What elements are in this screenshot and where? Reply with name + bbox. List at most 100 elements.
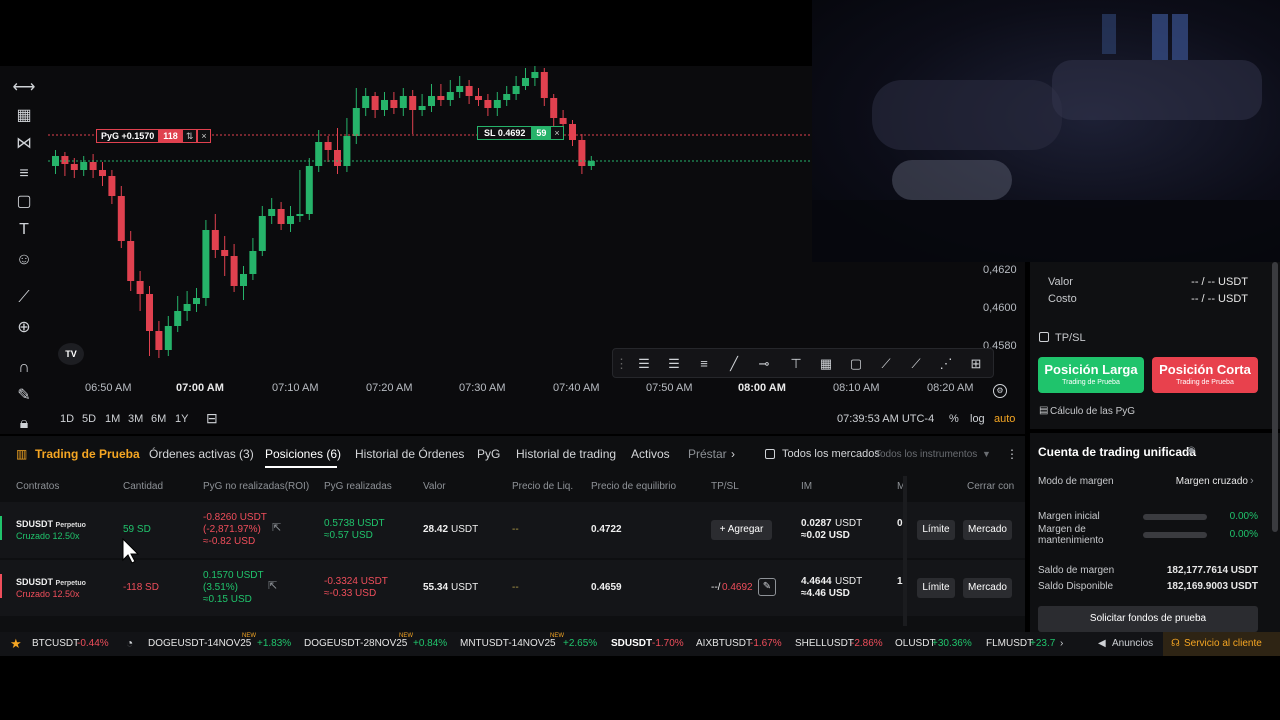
scrollbar[interactable] [1272, 262, 1278, 532]
trendline-icon[interactable]: ╱ [723, 354, 745, 374]
range-1m[interactable]: 1M [105, 413, 120, 425]
tab-trade-history[interactable]: Historial de trading [516, 447, 616, 461]
ruler-icon[interactable]: ⟋ [8, 286, 40, 310]
chevron-down-icon[interactable]: ▼ [982, 449, 991, 459]
log-toggle[interactable]: log [970, 413, 985, 425]
zoom-in-icon[interactable]: ⊕ [8, 316, 40, 340]
path-icon[interactable]: ⟋ [875, 354, 897, 374]
ticker-change: +1.83% [257, 638, 292, 649]
ticker-symbol[interactable]: SHELLUSDT [795, 638, 854, 649]
chevron-right-icon[interactable]: › [1250, 475, 1254, 487]
candlestick-chart[interactable] [48, 66, 812, 362]
announcements-link[interactable]: Anuncios [1112, 638, 1153, 649]
tpsl-checkbox[interactable] [1039, 332, 1049, 342]
date-range-icon[interactable]: ⊟ [206, 410, 218, 427]
pnl-calc-link[interactable]: Cálculo de las PyG [1050, 406, 1135, 417]
percent-toggle[interactable]: % [949, 413, 959, 425]
sl-tag[interactable]: SL 0.4692 59 × [477, 126, 564, 140]
candle-body [174, 311, 182, 326]
box-icon[interactable]: ▢ [845, 354, 867, 374]
im-unit: USDT [835, 576, 863, 587]
drag-handle-icon[interactable]: ⋮ [615, 354, 628, 374]
ticker-symbol[interactable]: DOGEUSDT-14NOV25 [148, 638, 251, 649]
hray-icon[interactable]: ⊸ [753, 354, 775, 374]
more-icon[interactable]: ⋮ [1006, 447, 1018, 461]
fan-icon[interactable]: ⋰ [935, 354, 957, 374]
tab-demo-trading[interactable]: Trading de Prueba [35, 447, 140, 461]
lines-icon[interactable]: ≡ [693, 354, 715, 374]
ticker-symbol[interactable]: MNTUSDT-14NOV25 [460, 638, 556, 649]
share-icon[interactable]: ⇱ [268, 580, 277, 592]
close-icon[interactable]: × [550, 126, 564, 140]
lock-draw-icon[interactable]: ✎ [8, 384, 40, 408]
ticker-symbol[interactable]: OLUSDT [895, 638, 936, 649]
margin-balance-value: 182,177.7614 USDT [1166, 565, 1258, 576]
all-markets-checkbox[interactable] [765, 449, 775, 459]
tab-order-history[interactable]: Historial de Órdenes [355, 447, 464, 461]
instruments-select[interactable]: Todos los instrumentos [875, 449, 977, 460]
tab-loans[interactable]: Préstar [688, 447, 727, 461]
eye-icon[interactable]: ◉ [1187, 445, 1196, 456]
breakeven-price: 0.4722 [591, 524, 622, 535]
table-icon[interactable]: ⊞ [965, 354, 987, 374]
tab-pnl[interactable]: PyG [477, 447, 500, 461]
range-6m[interactable]: 6M [151, 413, 166, 425]
grid-tool-icon[interactable]: ▦ [815, 354, 837, 374]
symbol-name: SDUSDT [16, 577, 54, 587]
upnl-usd: ≈0.15 USD [203, 594, 252, 605]
time-tick: 06:50 AM [85, 382, 132, 394]
channel-icon[interactable]: ☰ [663, 354, 685, 374]
limit-close-button[interactable]: Límite [917, 578, 955, 598]
tab-positions[interactable]: Posiciones (6) [265, 447, 341, 461]
margin-mode-value[interactable]: Margen cruzado [1130, 476, 1248, 487]
market-close-button[interactable]: Mercado [963, 578, 1012, 598]
settings-icon[interactable]: ⚙ [993, 384, 1007, 398]
fib-icon[interactable]: ≡ [8, 162, 40, 186]
edit-icon[interactable]: ✎ [758, 578, 776, 596]
time-tick: 07:50 AM [646, 382, 693, 394]
lock-icon[interactable]: 🔒︎ [8, 412, 40, 436]
long-position-button[interactable]: Posición Larga Trading de Prueba [1038, 357, 1144, 393]
text-icon[interactable]: T [8, 218, 40, 242]
chevron-right-icon[interactable]: › [1060, 638, 1063, 649]
vertical-line-icon[interactable]: ⊤ [785, 354, 807, 374]
im-unit: USDT [835, 518, 863, 529]
maint-margin-label-2: mantenimiento [1038, 535, 1104, 546]
star-icon[interactable]: ★ [10, 636, 22, 652]
pattern-icon[interactable]: ⋈ [8, 132, 40, 156]
tab-active-orders[interactable]: Órdenes activas (3) [149, 447, 254, 461]
request-funds-button[interactable]: Solicitar fondos de prueba [1038, 606, 1258, 632]
polyline-icon[interactable]: ⟋ [905, 354, 927, 374]
add-tpsl-button[interactable]: + Agregar [711, 520, 772, 540]
hlines-icon[interactable]: ☰ [633, 354, 655, 374]
grid-icon[interactable]: ▦ [8, 104, 40, 128]
emoji-icon[interactable]: ☺ [8, 248, 40, 272]
range-5d[interactable]: 5D [82, 413, 96, 425]
ticker-symbol[interactable]: DOGEUSDT-28NOV25 [304, 638, 407, 649]
range-3m[interactable]: 3M [128, 413, 143, 425]
reverse-icon[interactable]: ⇅ [181, 129, 198, 143]
time-tick: 08:20 AM [927, 382, 974, 394]
share-icon[interactable]: ⇱ [272, 522, 281, 534]
range-1y[interactable]: 1Y [175, 413, 188, 425]
ticker-symbol[interactable]: SDUSDT [611, 638, 652, 649]
calculator-icon[interactable]: ▤ [1039, 405, 1048, 416]
rectangle-icon[interactable]: ▢ [8, 190, 40, 214]
ticker-symbol[interactable]: AIXBTUSDT [696, 638, 752, 649]
auto-toggle[interactable]: auto [994, 413, 1015, 425]
short-position-button[interactable]: Posición Corta Trading de Prueba [1152, 357, 1258, 393]
market-close-button[interactable]: Mercado [963, 520, 1012, 540]
tab-assets[interactable]: Activos [631, 447, 670, 461]
ticker-symbol[interactable]: FLMUSDT [986, 638, 1033, 649]
chevron-right-icon[interactable]: › [731, 447, 735, 461]
ticker-symbol[interactable]: BTCUSDT [32, 638, 79, 649]
close-icon[interactable]: × [197, 129, 211, 143]
support-link[interactable]: Servicio al cliente [1184, 638, 1262, 649]
candle-body [352, 108, 360, 136]
limit-close-button[interactable]: Límite [917, 520, 955, 540]
crosshair-icon[interactable]: ⟷ [8, 76, 40, 100]
pnl-tag[interactable]: PyG +0.1570 118 ⇅ × [96, 129, 211, 143]
magnet-icon[interactable]: ∩ [8, 356, 40, 380]
range-1d[interactable]: 1D [60, 413, 74, 425]
col-liq-price: Precio de Liq. [512, 481, 574, 492]
